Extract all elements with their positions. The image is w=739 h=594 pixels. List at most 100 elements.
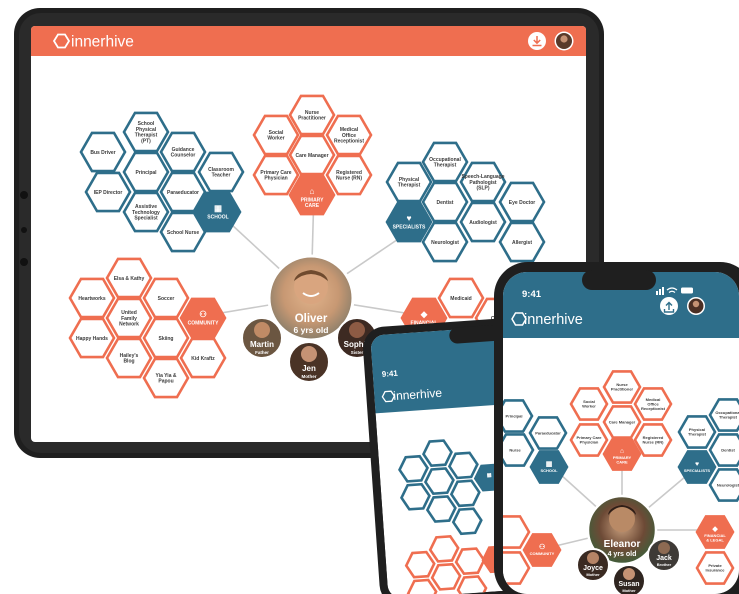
download-button[interactable] xyxy=(528,32,546,50)
brand-logo[interactable]: innerhive xyxy=(524,312,583,328)
hex-community-item[interactable]: Skiing xyxy=(142,317,190,359)
hex-label: Medicaid xyxy=(450,296,471,302)
hex-primary-care-item[interactable]: Nurse Practitioner xyxy=(288,94,336,136)
school-icon: ▦ xyxy=(214,203,222,213)
family-susan[interactable]: Susan Mother xyxy=(612,564,646,594)
hex-community-item[interactable]: Yia Yia & Papou xyxy=(142,357,190,399)
family-joyce[interactable]: Joyce Mother xyxy=(576,548,610,582)
hex-specialist-item[interactable]: Neurologist xyxy=(421,221,469,263)
center-name: Oliver xyxy=(295,313,328,325)
hub-primary-care[interactable]: ⌂PRIMARY CARE xyxy=(288,174,336,216)
hub-financial-legal[interactable]: ◆FINANCIAL& LEGAL xyxy=(695,515,735,549)
hex-primary-care-item[interactable]: Primary Care Physician xyxy=(252,154,300,196)
hex-primary-care-item[interactable]: Care Manager xyxy=(288,134,336,176)
hub-specialists[interactable]: ♥SPECIALISTS xyxy=(385,201,433,243)
device-showcase: innerhive School Physical Therapist (PT) Bus… xyxy=(14,8,739,594)
hex-primary-care-item[interactable]: Social Worker xyxy=(569,387,609,421)
hex-school-item[interactable]: Paraeducator xyxy=(528,416,568,450)
hex-primary-care-item[interactable]: Medical Office Receptionist xyxy=(633,387,673,421)
hub-label: COMMUNITY xyxy=(530,551,555,556)
family-role: Sister xyxy=(351,350,364,355)
hex-primary-care-item[interactable]: Registered Nurse (RN) xyxy=(325,154,373,196)
hex-label: Elsa & Kathy xyxy=(114,276,145,282)
hub-community[interactable]: ⚇COMMUNITY xyxy=(522,533,562,567)
hex-label: Occupational Therapist xyxy=(715,410,739,420)
hex-community-item[interactable]: United Family Network xyxy=(105,297,153,339)
family-role: Mother xyxy=(622,588,636,593)
family-name: Susan xyxy=(618,581,639,588)
hex-financial-item[interactable]: Private Insurance xyxy=(695,551,735,585)
hex-label: Audiologist xyxy=(469,220,497,226)
hex-specialist-item[interactable]: Allergist xyxy=(498,221,546,263)
hex-school-item[interactable]: Classroom Teacher xyxy=(197,151,245,193)
hex-school-item[interactable]: Assistive Technology Specialist xyxy=(122,191,170,233)
hex-community-item[interactable]: Happy Hands xyxy=(68,317,116,359)
hex-school-item[interactable]: School Physical Therapist (PT) xyxy=(122,111,170,153)
hex-community-item[interactable]: Elsa & Kathy xyxy=(105,257,153,299)
hex-primary-care-item[interactable]: Primary Care Physician xyxy=(569,423,609,457)
family-jen[interactable]: Jen Mother xyxy=(288,341,330,383)
hex-label: Physical Therapist xyxy=(688,427,707,437)
hex-specialist-item[interactable]: Dentist xyxy=(421,181,469,223)
hex-school-item[interactable]: Bus Driver xyxy=(79,131,127,173)
hex-label: United Family Network xyxy=(119,310,139,328)
hex-label: Skiing xyxy=(158,336,173,342)
hex-specialist-item[interactable]: Physical Therapist xyxy=(385,161,433,203)
hex-primary-care-item[interactable]: Social Worker xyxy=(252,114,300,156)
hub-school[interactable]: ▦SCHOOL xyxy=(529,450,569,484)
hex-label: Care Manager xyxy=(295,153,328,159)
people-icon: ⚇ xyxy=(199,309,207,319)
hex-label: Nurse xyxy=(509,447,521,452)
avatar[interactable] xyxy=(687,297,705,315)
share-button[interactable] xyxy=(660,297,678,315)
hex-community-item[interactable]: Soccer xyxy=(142,277,190,319)
family-martin[interactable]: Martin Father xyxy=(241,317,283,359)
heart-pulse-icon: ♥ xyxy=(695,461,699,468)
hex-primary-care-item[interactable]: Care Manager xyxy=(602,405,642,439)
brand-logo[interactable]: innerhive xyxy=(71,34,134,51)
hex-label: Primary Care Physician xyxy=(260,170,291,182)
hex-school-item[interactable]: Guidance Counselor xyxy=(159,131,207,173)
family-name: Martin xyxy=(250,340,274,349)
hex-community-item[interactable]: Kid Kraftz xyxy=(179,337,227,379)
hub-specialists[interactable]: ♥SPECIALISTS xyxy=(677,450,717,484)
hex-financial-item[interactable]: Medicaid xyxy=(437,277,485,319)
hex-community-item[interactable]: Heartworks xyxy=(68,277,116,319)
hub-label: SCHOOL xyxy=(540,468,558,473)
family-name: Jen xyxy=(302,364,316,373)
avatar[interactable] xyxy=(554,31,574,51)
center-age: 4 yrs old xyxy=(608,551,637,558)
hex-specialist-item[interactable]: Occupational Therapist xyxy=(421,141,469,183)
hex-label: Heartworks xyxy=(78,296,105,302)
family-name: Jack xyxy=(656,555,672,562)
family-role: Mother xyxy=(302,374,317,379)
hex-label: Social Worker xyxy=(267,130,284,142)
hub-community[interactable]: ⚇COMMUNITY xyxy=(179,297,227,339)
status-time: 9:41 xyxy=(382,369,399,379)
shield-icon: ◆ xyxy=(711,526,718,533)
hex-label: Principal xyxy=(135,170,157,176)
hub-label: FINANCIAL& LEGAL xyxy=(704,533,726,542)
heart-pulse-icon: ♥ xyxy=(406,213,411,223)
hex-primary-care-item[interactable]: Registered Nurse (RN) xyxy=(633,423,673,457)
hex-school-item[interactable]: IEP Director xyxy=(84,171,132,213)
hex-primary-care-item[interactable]: Medical Office Receptionist xyxy=(325,114,373,156)
family-jack[interactable]: Jack Brother xyxy=(647,538,681,572)
hex-label: Paraeducator xyxy=(535,430,561,435)
house-icon: ⌂ xyxy=(309,186,314,196)
center-name: Eleanor xyxy=(604,539,641,550)
hex-community-item[interactable]: Hailey's Blog xyxy=(105,337,153,379)
hex-primary-care-item[interactable]: Nurse Practitioner xyxy=(602,370,642,404)
hub-primary-care[interactable]: ⌂PRIMARY CARE xyxy=(602,437,642,471)
hex-specialist-item[interactable]: Eye Doctor xyxy=(498,181,546,223)
hex-school-item[interactable]: Principal xyxy=(122,151,170,193)
hex-specialist-item[interactable]: Audiologist xyxy=(459,201,507,243)
hex-label: Soccer xyxy=(158,296,175,302)
hub-school[interactable]: ▦SCHOOL xyxy=(194,191,242,233)
hex-label: Happy Hands xyxy=(76,336,108,342)
hex-specialist-item[interactable]: Speech-Language Pathologist (SLP) xyxy=(459,161,507,203)
hex-label: Paraeducator xyxy=(167,190,199,196)
hex-label: Guidance Counselor xyxy=(171,147,196,159)
hex-label: Kid Kraftz xyxy=(191,356,215,362)
hex-specialist-item[interactable]: Physical Therapist xyxy=(677,415,717,449)
